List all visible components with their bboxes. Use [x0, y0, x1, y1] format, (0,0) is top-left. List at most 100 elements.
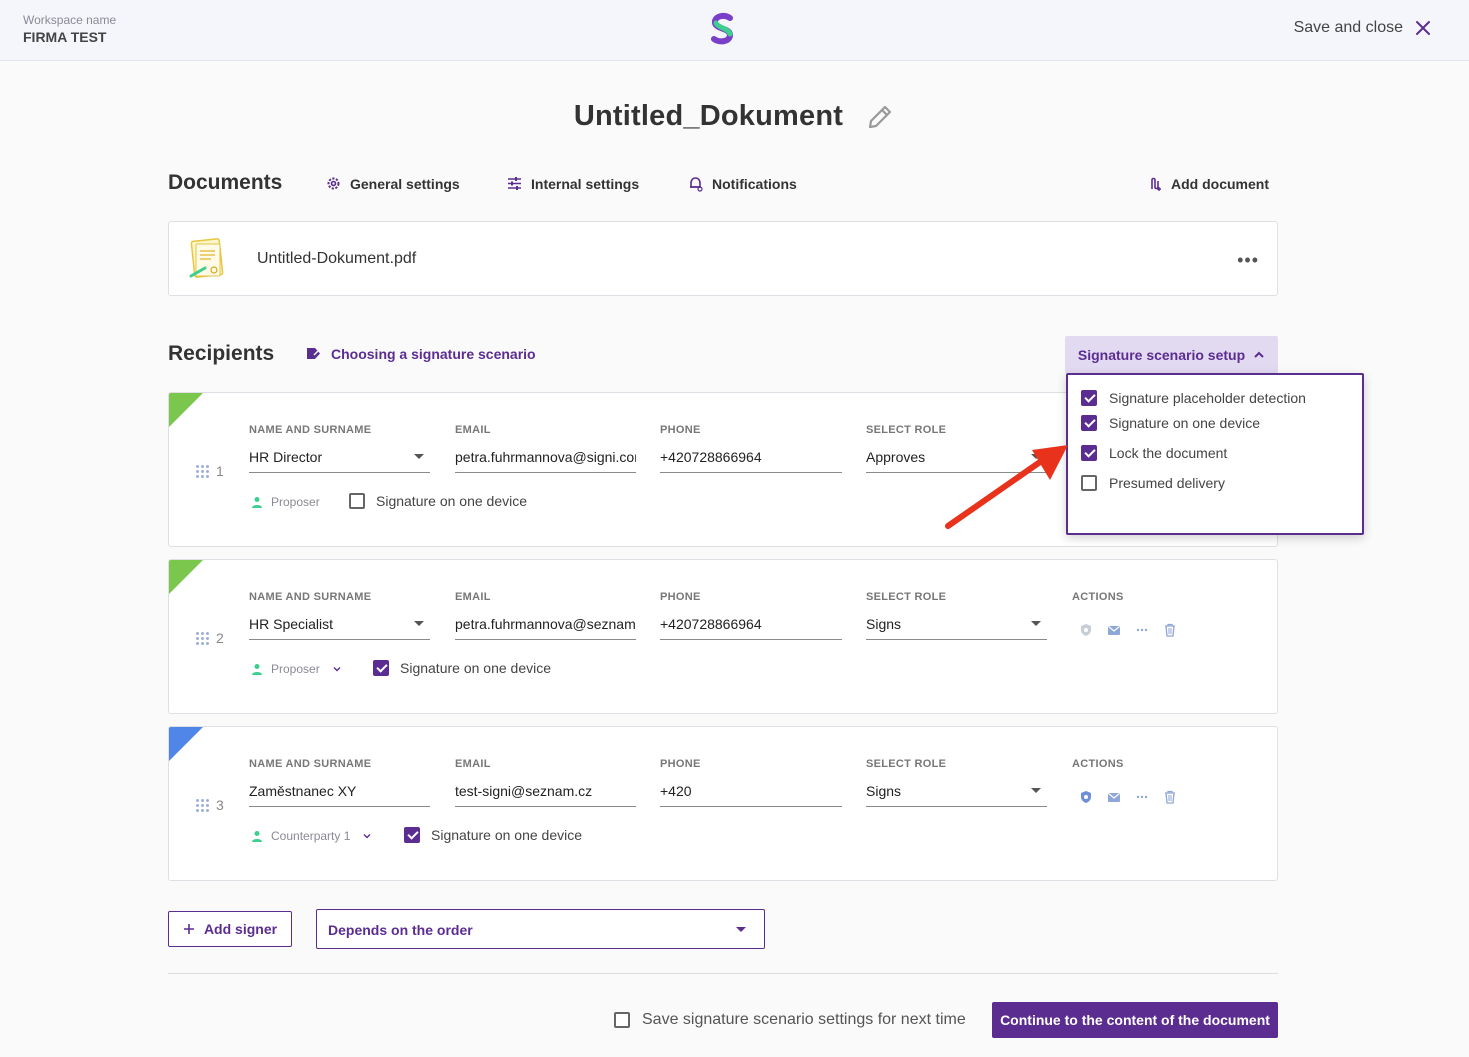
dropdown-caret-icon	[414, 621, 424, 626]
trash-icon[interactable]	[1163, 623, 1177, 637]
edit-pencil-icon[interactable]	[865, 102, 895, 132]
name-field[interactable]: HR Specialist	[249, 613, 430, 640]
recipient-actions	[1079, 623, 1177, 637]
chevron-down-icon	[363, 834, 371, 839]
more-icon[interactable]	[1135, 623, 1149, 637]
person-icon	[252, 664, 262, 675]
setup-option-label: Presumed delivery	[1109, 475, 1225, 491]
checkbox-box[interactable]	[373, 660, 389, 676]
choosing-signature-scenario-link[interactable]: Choosing a signature scenario	[305, 345, 536, 362]
checkbox-box[interactable]	[614, 1012, 630, 1028]
name-column-label: NAME AND SURNAME	[249, 758, 372, 770]
add-document-button[interactable]: Add document	[1146, 175, 1269, 192]
workspace-name[interactable]: FIRMA TEST	[23, 29, 106, 45]
trash-icon[interactable]	[1163, 790, 1177, 804]
choosing-signature-scenario-label: Choosing a signature scenario	[331, 345, 536, 362]
document-thumbnail-icon	[189, 238, 224, 278]
name-value: Zaměstnanec XY	[249, 783, 357, 799]
role-column-label: SELECT ROLE	[866, 424, 947, 436]
tab-general-settings[interactable]: General settings	[325, 175, 460, 192]
phone-field[interactable]: +420728866964	[660, 446, 842, 473]
checkbox-box[interactable]	[404, 827, 420, 843]
shield-icon[interactable]	[1079, 790, 1093, 804]
mail-icon[interactable]	[1107, 790, 1121, 804]
chevron-down-icon	[333, 667, 341, 672]
recipient-actions	[1079, 790, 1177, 804]
tab-general-settings-label: General settings	[350, 175, 460, 192]
person-icon	[252, 497, 262, 508]
bell-gear-icon	[690, 177, 703, 192]
phone-column-label: PHONE	[660, 424, 701, 436]
save-scenario-checkbox[interactable]: Save signature scenario settings for nex…	[614, 1011, 966, 1029]
document-title: Untitled_Dokument	[573, 100, 844, 132]
name-column-label: NAME AND SURNAME	[249, 424, 372, 436]
email-column-label: EMAIL	[455, 591, 491, 603]
gear-icon	[327, 177, 340, 190]
shield-icon[interactable]	[1079, 623, 1093, 637]
party-select[interactable]: Counterparty 1	[251, 829, 372, 843]
top-bar: Workspace name FIRMA TEST Save and close	[0, 0, 1469, 61]
continue-button[interactable]: Continue to the content of the document	[992, 1002, 1278, 1038]
one-device-checkbox[interactable]: Signature on one device	[349, 493, 527, 509]
drag-handle[interactable]: 2	[196, 630, 224, 646]
tab-internal-settings[interactable]: Internal settings	[506, 175, 639, 192]
checkbox-box[interactable]	[1081, 390, 1097, 406]
setup-option-label: Signature on one device	[1109, 415, 1260, 431]
email-column-label: EMAIL	[455, 424, 491, 436]
party-select[interactable]: Proposer	[251, 495, 320, 509]
documents-heading: Documents	[168, 171, 283, 194]
checkbox-box[interactable]	[349, 493, 365, 509]
role-select[interactable]: Approves	[866, 446, 1047, 473]
tab-notifications[interactable]: Notifications	[687, 175, 797, 192]
person-icon	[252, 831, 262, 842]
mail-icon[interactable]	[1107, 623, 1121, 637]
drag-dots-icon	[196, 631, 209, 645]
one-device-checkbox[interactable]: Signature on one device	[373, 660, 551, 676]
tab-internal-settings-label: Internal settings	[531, 175, 640, 192]
phone-field[interactable]: +420728866964	[660, 613, 842, 640]
drag-handle[interactable]: 3	[196, 797, 224, 813]
party-label: Proposer	[271, 662, 320, 676]
name-value: HR Specialist	[249, 616, 334, 632]
one-device-label: Signature on one device	[431, 827, 582, 843]
signing-order-select[interactable]: Depends on the order	[316, 909, 765, 949]
more-icon[interactable]	[1135, 790, 1149, 804]
one-device-checkbox[interactable]: Signature on one device	[404, 827, 582, 843]
signi-logo-icon[interactable]	[706, 12, 740, 48]
signature-scenario-setup-label: Signature scenario setup	[1077, 346, 1246, 363]
email-field[interactable]: petra.fuhrmannova@signi.cor	[455, 446, 636, 473]
name-field[interactable]: Zaměstnanec XY	[249, 780, 430, 807]
workspace-label: Workspace name	[23, 13, 117, 27]
actions-column-label: ACTIONS	[1072, 591, 1124, 603]
document-filename[interactable]: Untitled-Dokument.pdf	[257, 250, 416, 268]
recipient-color-marker	[169, 560, 203, 594]
role-select[interactable]: Signs	[866, 780, 1047, 807]
save-and-close-button[interactable]: Save and close	[1294, 18, 1433, 38]
drag-handle[interactable]: 1	[196, 463, 224, 479]
document-more-button[interactable]: •••	[1237, 250, 1259, 271]
email-field[interactable]: petra.fuhrmannova@seznam.	[455, 613, 636, 640]
role-select[interactable]: Signs	[866, 613, 1047, 640]
drag-dots-icon	[196, 798, 209, 812]
tab-notifications-label: Notifications	[712, 175, 797, 192]
checkbox-box[interactable]	[1081, 415, 1097, 431]
checkbox-box[interactable]	[1081, 475, 1097, 491]
phone-field[interactable]: +420	[660, 780, 842, 807]
party-label: Counterparty 1	[271, 829, 351, 843]
setup-option-presumed-delivery[interactable]: Presumed delivery	[1068, 458, 1362, 498]
checkbox-box[interactable]	[1081, 445, 1097, 461]
add-signer-button[interactable]: Add signer	[168, 911, 292, 947]
phone-column-label: PHONE	[660, 758, 701, 770]
email-field[interactable]: test-signi@seznam.cz	[455, 780, 636, 807]
recipients-heading: Recipients	[168, 342, 275, 365]
recipient-index: 1	[216, 463, 224, 479]
document-card[interactable]: Untitled-Dokument.pdf •••	[168, 221, 1278, 296]
dropdown-caret-icon	[1031, 621, 1041, 626]
one-device-label: Signature on one device	[400, 660, 551, 676]
name-field[interactable]: HR Director	[249, 446, 430, 473]
party-select[interactable]: Proposer	[251, 662, 342, 676]
recipient-color-marker	[169, 727, 203, 761]
phone-value: +420728866964	[660, 616, 762, 632]
document-title-row: Untitled_Dokument	[0, 100, 1469, 133]
signature-scenario-setup-button[interactable]: Signature scenario setup	[1065, 336, 1278, 373]
